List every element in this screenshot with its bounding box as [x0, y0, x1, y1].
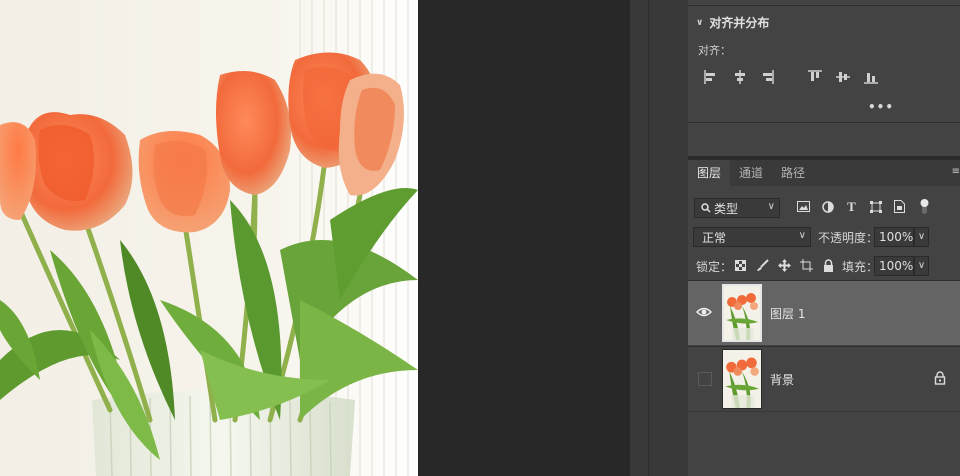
pixel-layer-filter-icon[interactable]	[796, 199, 811, 214]
lock-buttons	[733, 258, 836, 273]
tab-layers[interactable]: 图层	[688, 160, 731, 186]
fill-label: 填充：	[842, 260, 879, 274]
tulip-photo	[0, 0, 418, 476]
fill-input[interactable]: 100%	[874, 256, 914, 276]
fill-value: 100%	[879, 259, 914, 273]
align-horizontal-centers-icon[interactable]	[735, 70, 745, 84]
layer-kind-value: 类型	[714, 201, 739, 216]
more-options-button[interactable]: •••	[868, 100, 894, 114]
lock-label: 锁定：	[696, 260, 733, 274]
chevron-down-icon: ∨	[767, 201, 775, 212]
layer-name[interactable]: 背景	[770, 371, 794, 388]
filter-toggle-switch[interactable]	[920, 198, 929, 216]
opacity-dropdown-button[interactable]: ∨	[914, 227, 929, 247]
lock-image-pixels-icon[interactable]	[755, 258, 770, 273]
chevron-down-icon: ∨	[798, 230, 806, 241]
search-icon	[701, 203, 711, 213]
tab-channels[interactable]: 通道	[730, 160, 772, 186]
panel-menu-icon[interactable]: ≡	[952, 166, 960, 177]
align-left-edges-icon[interactable]	[704, 70, 715, 84]
layer-filter-buttons: T	[796, 199, 907, 214]
opacity-label: 不透明度：	[818, 231, 879, 245]
align-panel-header[interactable]: ∨ 对齐并分布	[696, 14, 769, 31]
align-vertical-centers-icon[interactable]	[836, 72, 850, 82]
shape-layer-filter-icon[interactable]	[868, 199, 883, 214]
lock-position-icon[interactable]	[777, 258, 792, 273]
type-layer-filter-icon[interactable]: T	[844, 199, 859, 214]
eye-icon[interactable]	[696, 305, 712, 319]
lock-icon[interactable]	[934, 371, 946, 385]
lock-transparent-pixels-icon[interactable]	[733, 258, 748, 273]
layer-thumbnail	[722, 284, 762, 342]
chevron-down-icon[interactable]: ∨	[696, 18, 703, 28]
lock-all-icon[interactable]	[821, 258, 836, 273]
layers-panel-tabs: 图层 通道 路径 ≡	[688, 160, 960, 186]
align-panel-title: 对齐并分布	[709, 16, 770, 30]
panel-dock-gutter	[630, 0, 688, 476]
document-canvas[interactable]	[0, 0, 418, 476]
visibility-toggle-empty[interactable]	[698, 372, 712, 386]
layer-row-background[interactable]: 背景	[688, 347, 960, 411]
opacity-value: 100%	[879, 230, 914, 244]
lock-artboard-icon[interactable]	[799, 258, 814, 273]
smart-object-filter-icon[interactable]	[892, 199, 907, 214]
pasteboard	[418, 0, 630, 476]
blend-mode-value: 正常	[702, 230, 727, 245]
tab-paths[interactable]: 路径	[772, 160, 814, 186]
align-bottom-edges-icon[interactable]	[864, 73, 878, 84]
align-top-edges-icon[interactable]	[808, 70, 822, 81]
fill-dropdown-button[interactable]: ∨	[914, 256, 929, 276]
align-right-edges-icon[interactable]	[763, 70, 774, 84]
adjustment-layer-filter-icon[interactable]	[820, 199, 835, 214]
blend-mode-select[interactable]: 正常 ∨	[693, 227, 811, 247]
layer-kind-filter[interactable]: 类型 ∨	[694, 198, 780, 218]
align-label: 对齐：	[698, 44, 731, 57]
layer-name[interactable]: 图层 1	[770, 305, 805, 322]
layer-thumbnail	[722, 349, 762, 409]
align-buttons	[704, 70, 878, 84]
layer-row-layer-1[interactable]: 图层 1	[688, 281, 960, 345]
opacity-input[interactable]: 100%	[874, 227, 914, 247]
